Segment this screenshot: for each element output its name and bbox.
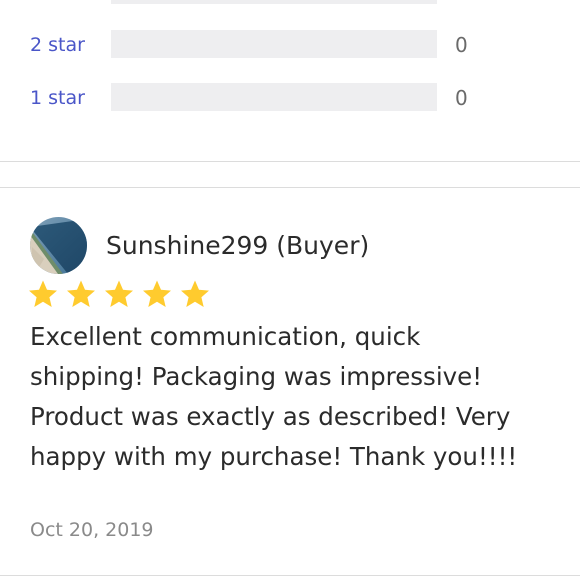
review-text-line: shipping! Packaging was impressive! bbox=[30, 362, 483, 391]
star-icon bbox=[29, 280, 57, 307]
rating-count: 0 bbox=[455, 33, 468, 57]
rating-count: 0 bbox=[455, 86, 468, 110]
review-date: Oct 20, 2019 bbox=[30, 519, 154, 541]
rating-label[interactable]: 1 star bbox=[30, 86, 85, 110]
review-text-line: Excellent communication, quick bbox=[30, 322, 421, 351]
beach-photo-avatar-icon bbox=[30, 217, 87, 274]
avatar[interactable] bbox=[30, 217, 87, 274]
section-divider bbox=[0, 575, 580, 576]
star-icon bbox=[143, 280, 171, 307]
review-page: 2 star 0 1 star 0 Sunshine299 (Buyer) Ex… bbox=[0, 0, 580, 580]
review-text-line: happy with my purchase! Thank you!!!! bbox=[30, 442, 518, 471]
section-divider bbox=[0, 161, 580, 162]
star-icon bbox=[105, 280, 133, 307]
review-text-line: Product was exactly as described! Very bbox=[30, 402, 511, 431]
rating-row-2-star[interactable]: 2 star 0 bbox=[0, 30, 580, 60]
review-text: Excellent communication, quick shipping!… bbox=[30, 317, 560, 477]
star-rating bbox=[28, 279, 218, 311]
rating-bar bbox=[111, 83, 437, 111]
reviewer-name[interactable]: Sunshine299 (Buyer) bbox=[106, 230, 369, 262]
rating-label[interactable]: 2 star bbox=[30, 33, 85, 57]
star-icon bbox=[67, 280, 95, 307]
rating-bar-partial bbox=[111, 0, 437, 4]
section-divider bbox=[0, 187, 580, 188]
rating-bar bbox=[111, 30, 437, 58]
star-icon bbox=[181, 280, 209, 307]
rating-row-1-star[interactable]: 1 star 0 bbox=[0, 83, 580, 113]
